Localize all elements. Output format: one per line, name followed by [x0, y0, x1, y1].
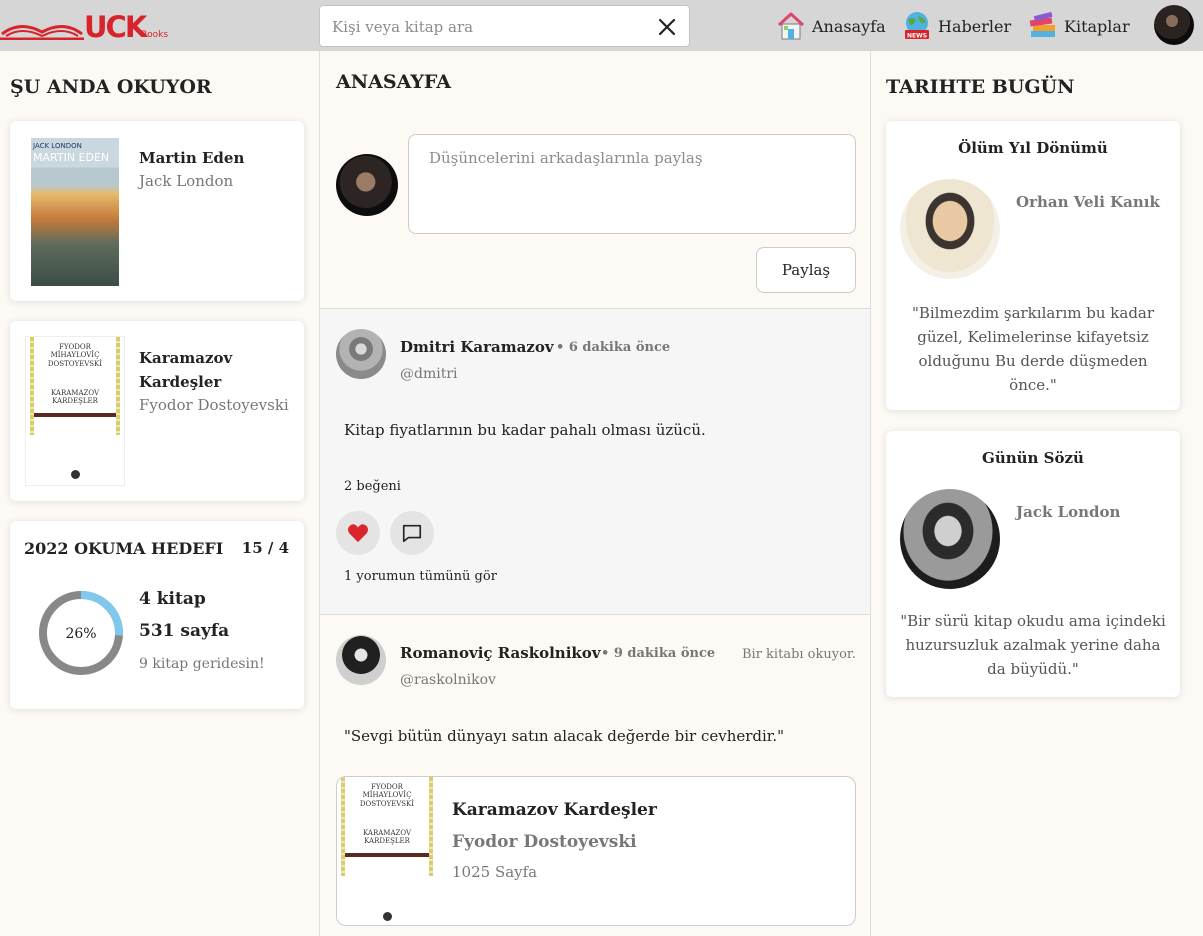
close-icon[interactable] — [657, 17, 677, 37]
book-author: Fyodor Dostoyevski — [139, 396, 289, 414]
quote-line: güzel, Kelimelerinse kifayetsiz — [917, 328, 1149, 346]
quote-line: önce." — [1009, 376, 1057, 394]
quote-line: "Bilmezdim şarkılarım bu kadar — [911, 304, 1155, 322]
nav-books-link[interactable]: Kitaplar — [1028, 9, 1130, 43]
goal-progress-ring: 26% — [39, 591, 123, 675]
reading-goal-card: 2022 OKUMA HEDEFI 15 / 4 26% 4 kitap 531… — [10, 521, 304, 709]
book-title: Martin Eden — [139, 149, 245, 167]
quote-line: "Bir sürü kitap okudu ama içindeki — [900, 612, 1166, 630]
nav-home-link[interactable]: Anasayfa — [776, 9, 886, 43]
currently-reading-title: ŞU ANDA OKUYOR — [10, 76, 212, 98]
cover-author: JACK LONDON — [33, 142, 82, 150]
card-heading: Günün Sözü — [982, 449, 1084, 467]
home-icon — [777, 12, 805, 40]
shared-book-card[interactable]: FYODOR MİHAYLOVİÇ DOSTOYEVSKİ KARAMAZOV … — [336, 776, 856, 926]
nav-news-link[interactable]: NEWS Haberler — [902, 9, 1011, 43]
cover-author: FYODOR MİHAYLOVİÇ DOSTOYEVSKİ — [359, 783, 415, 808]
quote-line: olduğunu Bu derde düşmeden — [918, 352, 1148, 370]
svg-text:NEWS: NEWS — [907, 33, 927, 40]
search-input[interactable] — [332, 15, 642, 39]
cover-title: MARTIN EDEN — [33, 151, 110, 164]
composer-avatar — [336, 154, 398, 216]
post-author-handle: @dmitri — [400, 366, 458, 382]
main-feed: ANASAYFA Paylaş Dmitri Karamazov • 6 dak… — [319, 51, 871, 936]
brand-logo[interactable]: UCK Books — [0, 8, 170, 44]
book-title: Karamazov Kardeşler — [139, 349, 233, 391]
quote-line: da büyüdü." — [987, 660, 1079, 678]
open-book-logo-icon — [0, 25, 84, 40]
reading-book-card[interactable]: JACK LONDON MARTIN EDEN Martin Eden Jack… — [10, 121, 304, 301]
anniversary-card: Ölüm Yıl Dönümü Orhan Veli Kanık "Bilmez… — [886, 121, 1180, 410]
goal-title: 2022 OKUMA HEDEFI — [24, 539, 224, 558]
comment-button[interactable] — [390, 511, 434, 555]
book-cover: JACK LONDON MARTIN EDEN — [31, 138, 119, 286]
right-sidebar: TARIHTE BUGÜN Ölüm Yıl Dönümü Orhan Veli… — [871, 51, 1203, 936]
cover-title: KARAMAZOV KARDEŞLER — [362, 829, 412, 846]
quote-of-day-card: Günün Sözü Jack London "Bir sürü kitap o… — [886, 431, 1180, 697]
nav-books-label: Kitaplar — [1064, 16, 1130, 36]
shared-book-title: Karamazov Kardeşler — [452, 800, 657, 820]
post-text: "Sevgi bütün dünyayı satın alacak değerd… — [344, 727, 784, 745]
author-name[interactable]: Jack London — [1016, 503, 1120, 521]
goal-percent: 26% — [65, 626, 96, 642]
books-icon — [1029, 11, 1055, 37]
on-this-day-title: TARIHTE BUGÜN — [886, 76, 1075, 98]
book-author: Jack London — [139, 172, 234, 190]
quote-line: huzursuzluk azalmak yerine daha — [905, 636, 1161, 654]
post-author-avatar[interactable] — [336, 635, 386, 685]
nav-news-label: Haberler — [938, 16, 1012, 36]
user-avatar[interactable] — [1154, 5, 1194, 45]
author-quote: "Bir sürü kitap okudu ama içindeki huzur… — [896, 609, 1170, 681]
goal-pages-read: 531 sayfa — [139, 621, 230, 641]
publisher-logo-icon — [383, 912, 392, 921]
post-author-avatar[interactable] — [336, 329, 386, 379]
post-composer-input[interactable] — [408, 134, 856, 234]
author-name[interactable]: Orhan Veli Kanık — [1016, 193, 1160, 211]
book-cover: FYODOR MİHAYLOVİÇ DOSTOYEVSKİ KARAMAZOV … — [25, 336, 125, 486]
post-text: Kitap fiyatlarının bu kadar pahalı olmas… — [344, 421, 706, 439]
comment-icon — [402, 524, 422, 543]
book-cover: FYODOR MİHAYLOVİÇ DOSTOYEVSKİ KARAMAZOV … — [337, 777, 437, 925]
publisher-logo-icon — [71, 470, 80, 479]
post-author-name[interactable]: Romanoviç Raskolnikov — [400, 644, 601, 662]
left-sidebar: ŞU ANDA OKUYOR JACK LONDON MARTIN EDEN M… — [0, 51, 319, 936]
page-title: ANASAYFA — [336, 71, 452, 93]
post-author-handle: @raskolnikov — [400, 672, 496, 688]
heart-icon — [348, 524, 368, 543]
feed-post: Dmitri Karamazov • 6 dakika önce @dmitri… — [320, 308, 870, 614]
nav-home-label: Anasayfa — [812, 16, 886, 36]
top-navbar: UCK Books Anasayfa NEWS Haberler — [0, 0, 1203, 51]
cover-title: KARAMAZOV KARDEŞLER — [50, 389, 100, 406]
post-time: • 6 dakika önce — [556, 340, 671, 355]
reading-book-card[interactable]: FYODOR MİHAYLOVİÇ DOSTOYEVSKİ KARAMAZOV … — [10, 321, 304, 501]
goal-behind-text: 9 kitap geridesin! — [139, 656, 265, 672]
shared-book-author: Fyodor Dostoyevski — [452, 832, 637, 852]
goal-books-read: 4 kitap — [139, 589, 206, 609]
post-author-name[interactable]: Dmitri Karamazov — [400, 338, 554, 356]
feed-post: Romanoviç Raskolnikov • 9 dakika önce Bi… — [320, 614, 870, 936]
like-count[interactable]: 2 beğeni — [344, 479, 401, 494]
post-time: • 9 dakika önce — [601, 646, 716, 661]
view-comments-link[interactable]: 1 yorumun tümünü gör — [344, 569, 497, 584]
news-globe-icon: NEWS — [905, 12, 929, 40]
card-heading: Ölüm Yıl Dönümü — [958, 139, 1108, 157]
cover-author: FYODOR MİHAYLOVİÇ DOSTOYEVSKİ — [47, 343, 103, 368]
shared-book-pages: 1025 Sayfa — [452, 863, 538, 881]
search-box — [319, 5, 690, 47]
author-portrait — [900, 179, 1000, 279]
share-button[interactable]: Paylaş — [756, 247, 856, 293]
like-button[interactable] — [336, 511, 380, 555]
author-quote: "Bilmezdim şarkılarım bu kadar güzel, Ke… — [896, 301, 1170, 397]
author-portrait — [900, 489, 1000, 589]
goal-ratio: 15 / 4 — [241, 539, 289, 557]
post-activity-note: Bir kitabı okuyor. — [742, 647, 856, 662]
logo-text: UCK — [84, 10, 147, 44]
logo-subtext: Books — [141, 30, 169, 40]
